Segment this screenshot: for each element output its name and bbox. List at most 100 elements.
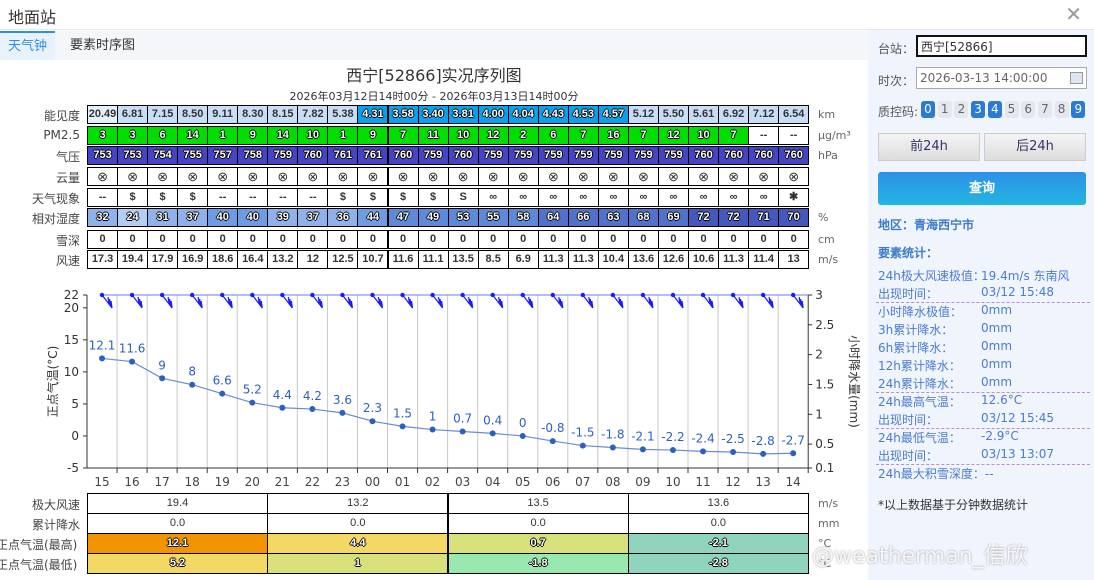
- table-cell: 13.5: [447, 250, 479, 269]
- temperature-label: -0.8: [541, 421, 564, 435]
- station-input[interactable]: 西宁[52866]: [916, 35, 1087, 57]
- table-cell: 11.1: [417, 250, 449, 269]
- table-cell: 6.92: [718, 105, 750, 124]
- table-cell: 759: [477, 146, 509, 165]
- qc-code-toggle[interactable]: 5: [1004, 101, 1019, 118]
- temperature-point[interactable]: [639, 446, 646, 453]
- temperature-point[interactable]: [369, 418, 376, 425]
- table-cell: 5.38: [327, 105, 359, 124]
- table-cell: --: [297, 188, 329, 207]
- summary-cell: 0.0: [267, 513, 449, 534]
- x-tick-label: 06: [545, 475, 560, 488]
- temperature-point[interactable]: [459, 428, 466, 435]
- temperature-point[interactable]: [279, 404, 286, 411]
- query-panel: 台站： 西宁[52866] 时次： 2026-03-13 14:00:00 质控…: [868, 30, 1094, 580]
- tab-weather-clock[interactable]: 天气钟: [0, 31, 56, 60]
- temperature-point[interactable]: [219, 390, 226, 397]
- table-cell: 0: [297, 230, 329, 249]
- temperature-point[interactable]: [549, 438, 556, 445]
- qc-code-toggle[interactable]: 4: [987, 101, 1002, 118]
- temperature-label: 4.4: [273, 388, 292, 402]
- query-button[interactable]: 查询: [878, 172, 1086, 205]
- qc-code-toggle[interactable]: 7: [1037, 101, 1052, 118]
- stat-row: 24h最大积雪深度：--: [878, 465, 1088, 483]
- table-cell: 53: [447, 208, 479, 227]
- temperature-point[interactable]: [579, 442, 586, 449]
- table-cell: 0: [778, 230, 810, 249]
- temperature-point[interactable]: [99, 355, 106, 362]
- row-unit: μg/m³: [818, 129, 851, 142]
- table-cell: 44: [357, 208, 389, 227]
- row-label: 风速: [55, 254, 80, 268]
- qc-code-toggle[interactable]: 8: [1054, 101, 1069, 118]
- stat-row: 12h累计降水： 0mm: [878, 357, 1088, 375]
- table-cell: 70: [778, 208, 810, 227]
- table-cell: 0: [718, 230, 750, 249]
- x-tick-label: 22: [305, 475, 320, 488]
- wind-barb-icon: [101, 294, 113, 309]
- table-cell: 8.5: [477, 250, 509, 269]
- temperature-point[interactable]: [669, 447, 676, 454]
- table-cell: 4.53: [567, 105, 599, 124]
- temperature-point[interactable]: [760, 450, 767, 457]
- table-cell: 1: [207, 126, 239, 145]
- temperature-point[interactable]: [159, 375, 166, 382]
- summary-cell: 1: [267, 553, 449, 574]
- table-cell: 754: [147, 146, 179, 165]
- temperature-point[interactable]: [429, 426, 436, 433]
- temperature-point[interactable]: [790, 450, 797, 457]
- temperature-label: 4.2: [303, 389, 322, 403]
- temperature-point[interactable]: [730, 448, 737, 455]
- table-cell: 757: [207, 146, 239, 165]
- time-label: 时次：: [878, 74, 915, 88]
- table-cell: ∞: [567, 188, 599, 207]
- temperature-point[interactable]: [189, 381, 196, 388]
- y2-tick-label: 1.5: [815, 377, 834, 391]
- qc-code-toggle[interactable]: 2: [954, 101, 969, 118]
- temperature-point[interactable]: [609, 444, 616, 451]
- table-cell: 13: [778, 250, 810, 269]
- table-cell: 9.11: [207, 105, 239, 124]
- qc-code-toggle[interactable]: 3: [971, 101, 986, 118]
- temperature-point[interactable]: [129, 358, 136, 365]
- y2-axis-label: 小时降水量(mm): [847, 335, 861, 428]
- table-cell: ⊗: [297, 167, 329, 186]
- x-tick-label: 23: [335, 475, 350, 488]
- qc-code-toggle[interactable]: 0: [921, 101, 935, 118]
- table-cell: 20.49: [87, 105, 119, 124]
- stat-key: 12h累计降水：: [878, 359, 961, 373]
- table-cell: --: [748, 126, 780, 145]
- row-unit: cm: [818, 233, 835, 246]
- table-cell: 3: [87, 126, 119, 145]
- qc-code-toggle[interactable]: 9: [1071, 101, 1086, 118]
- qc-code-toggle[interactable]: 1: [937, 101, 952, 118]
- stat-key: 出现时间：: [878, 287, 939, 301]
- time-input[interactable]: 2026-03-13 14:00:00: [916, 67, 1087, 89]
- temperature-point[interactable]: [309, 406, 316, 413]
- close-icon[interactable]: ✕: [1065, 2, 1082, 26]
- temperature-label: 0.7: [453, 411, 472, 425]
- temperature-point[interactable]: [249, 399, 256, 406]
- table-cell: ∞: [657, 188, 689, 207]
- table-cell: ⊗: [177, 167, 209, 186]
- calendar-icon[interactable]: [1070, 72, 1083, 84]
- temperature-point[interactable]: [489, 430, 496, 437]
- temperature-point[interactable]: [700, 448, 707, 455]
- prev-24h-button[interactable]: 前24h: [878, 133, 980, 161]
- temperature-label: 2.3: [363, 401, 382, 415]
- qc-code-toggle[interactable]: 6: [1021, 101, 1036, 118]
- x-tick-label: 18: [185, 475, 200, 488]
- summary-label: 正点气温(最高): [0, 538, 78, 552]
- row-unit: %: [818, 211, 829, 224]
- table-cell: 5.12: [627, 105, 659, 124]
- next-24h-button[interactable]: 后24h: [984, 133, 1086, 161]
- temperature-point[interactable]: [519, 432, 526, 439]
- temperature-point[interactable]: [399, 423, 406, 430]
- tab-element-timeseries[interactable]: 要素时序图: [62, 31, 143, 60]
- temperature-point[interactable]: [339, 409, 346, 416]
- table-cell: 759: [537, 146, 569, 165]
- table-cell: 63: [597, 208, 629, 227]
- table-cell: 10: [447, 126, 479, 145]
- y-tick-label: 22: [64, 288, 79, 302]
- chart-title: 西宁[52866]实况序列图: [346, 66, 522, 85]
